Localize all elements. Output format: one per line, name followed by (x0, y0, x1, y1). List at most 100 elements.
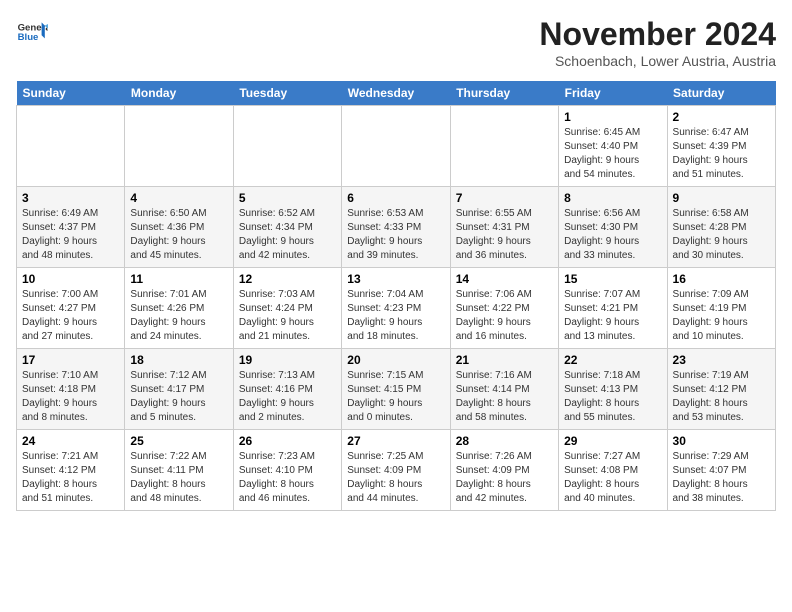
calendar-header-row: SundayMondayTuesdayWednesdayThursdayFrid… (17, 81, 776, 106)
day-cell: 4Sunrise: 6:50 AMSunset: 4:36 PMDaylight… (125, 187, 233, 268)
day-cell: 3 Sunrise: 6:49 AMSunset: 4:37 PMDaylight… (17, 187, 125, 268)
day-number: 3 (22, 191, 119, 205)
logo-icon: General Blue (16, 16, 48, 48)
day-number: 15 (564, 272, 661, 286)
day-info: Sunrise: 7:29 AMSunset: 4:07 PMDaylight:… (673, 450, 770, 506)
day-info: Sunrise: 7:25 AMSunset: 4:09 PMDaylight:… (347, 450, 444, 506)
day-info: Sunrise: 6:55 AMSunset: 4:31 PMDaylight:… (456, 207, 553, 263)
day-number: 19 (239, 353, 336, 367)
day-number: 12 (239, 272, 336, 286)
day-cell: 15 Sunrise: 7:07 AMSunset: 4:21 PMDayligh… (559, 268, 667, 349)
day-number: 7 (456, 191, 553, 205)
day-number: 11 (130, 272, 227, 286)
day-number: 20 (347, 353, 444, 367)
day-cell: 14 Sunrise: 7:06 AMSunset: 4:22 PMDayligh… (450, 268, 558, 349)
day-info: Sunrise: 6:45 AMSunset: 4:40 PMDaylight:… (564, 126, 661, 182)
day-cell: 17 Sunrise: 7:10 AMSunset: 4:18 PMDayligh… (17, 349, 125, 430)
day-number: 16 (673, 272, 770, 286)
day-number: 10 (22, 272, 119, 286)
day-number: 21 (456, 353, 553, 367)
day-number: 17 (22, 353, 119, 367)
day-cell: 13Sunrise: 7:04 AMSunset: 4:23 PMDayligh… (342, 268, 450, 349)
day-info: Sunrise: 6:58 AMSunset: 4:28 PMDaylight:… (673, 207, 770, 263)
day-cell: 21Sunrise: 7:16 AMSunset: 4:14 PMDayligh… (450, 349, 558, 430)
day-cell: 25 Sunrise: 7:22 AMSunset: 4:11 PMDayligh… (125, 430, 233, 511)
day-cell: 8 Sunrise: 6:56 AMSunset: 4:30 PMDaylight… (559, 187, 667, 268)
day-cell: 23 Sunrise: 7:19 AMSunset: 4:12 PMDayligh… (667, 349, 775, 430)
day-cell: 5 Sunrise: 6:52 AMSunset: 4:34 PMDaylight… (233, 187, 341, 268)
day-cell: 30 Sunrise: 7:29 AMSunset: 4:07 PMDayligh… (667, 430, 775, 511)
day-cell: 11 Sunrise: 7:01 AMSunset: 4:26 PMDayligh… (125, 268, 233, 349)
day-info: Sunrise: 7:26 AMSunset: 4:09 PMDaylight:… (456, 450, 553, 506)
day-number: 29 (564, 434, 661, 448)
day-info: Sunrise: 7:22 AMSunset: 4:11 PMDaylight:… (130, 450, 227, 506)
day-info: Sunrise: 6:56 AMSunset: 4:30 PMDaylight:… (564, 207, 661, 263)
day-number: 4 (130, 191, 227, 205)
month-title: November 2024 (539, 16, 776, 53)
day-cell: 9 Sunrise: 6:58 AMSunset: 4:28 PMDaylight… (667, 187, 775, 268)
day-info: Sunrise: 6:52 AMSunset: 4:34 PMDaylight:… (239, 207, 336, 263)
day-number: 6 (347, 191, 444, 205)
day-info: Sunrise: 6:47 AMSunset: 4:39 PMDaylight:… (673, 126, 770, 182)
day-info: Sunrise: 7:18 AMSunset: 4:13 PMDaylight:… (564, 369, 661, 425)
day-info: Sunrise: 7:00 AMSunset: 4:27 PMDaylight:… (22, 288, 119, 344)
day-number: 28 (456, 434, 553, 448)
header: General Blue November 2024 Schoenbach, L… (16, 16, 776, 69)
day-info: Sunrise: 6:53 AMSunset: 4:33 PMDaylight:… (347, 207, 444, 263)
day-cell: 16Sunrise: 7:09 AMSunset: 4:19 PMDayligh… (667, 268, 775, 349)
day-number: 24 (22, 434, 119, 448)
day-cell: 12 Sunrise: 7:03 AMSunset: 4:24 PMDayligh… (233, 268, 341, 349)
day-cell (342, 106, 450, 187)
column-header-friday: Friday (559, 81, 667, 106)
day-cell (17, 106, 125, 187)
day-cell: 10 Sunrise: 7:00 AMSunset: 4:27 PMDayligh… (17, 268, 125, 349)
day-info: Sunrise: 6:49 AMSunset: 4:37 PMDaylight:… (22, 207, 119, 263)
day-cell: 26 Sunrise: 7:23 AMSunset: 4:10 PMDayligh… (233, 430, 341, 511)
day-info: Sunrise: 7:01 AMSunset: 4:26 PMDaylight:… (130, 288, 227, 344)
day-info: Sunrise: 7:03 AMSunset: 4:24 PMDaylight:… (239, 288, 336, 344)
day-info: Sunrise: 7:06 AMSunset: 4:22 PMDaylight:… (456, 288, 553, 344)
day-cell: 19Sunrise: 7:13 AMSunset: 4:16 PMDayligh… (233, 349, 341, 430)
day-number: 30 (673, 434, 770, 448)
day-info: Sunrise: 7:15 AMSunset: 4:15 PMDaylight:… (347, 369, 444, 425)
day-cell: 27 Sunrise: 7:25 AMSunset: 4:09 PMDayligh… (342, 430, 450, 511)
title-area: November 2024 Schoenbach, Lower Austria,… (539, 16, 776, 69)
day-info: Sunrise: 7:21 AMSunset: 4:12 PMDaylight:… (22, 450, 119, 506)
day-info: Sunrise: 7:10 AMSunset: 4:18 PMDaylight:… (22, 369, 119, 425)
week-row-1: 1 Sunrise: 6:45 AMSunset: 4:40 PMDaylight… (17, 106, 776, 187)
column-header-sunday: Sunday (17, 81, 125, 106)
day-number: 22 (564, 353, 661, 367)
day-number: 13 (347, 272, 444, 286)
day-info: Sunrise: 7:23 AMSunset: 4:10 PMDaylight:… (239, 450, 336, 506)
day-number: 9 (673, 191, 770, 205)
location: Schoenbach, Lower Austria, Austria (539, 53, 776, 69)
day-cell: 2 Sunrise: 6:47 AMSunset: 4:39 PMDaylight… (667, 106, 775, 187)
week-row-4: 17 Sunrise: 7:10 AMSunset: 4:18 PMDayligh… (17, 349, 776, 430)
day-number: 27 (347, 434, 444, 448)
day-info: Sunrise: 7:27 AMSunset: 4:08 PMDaylight:… (564, 450, 661, 506)
svg-text:Blue: Blue (18, 32, 39, 43)
day-cell (450, 106, 558, 187)
day-cell (125, 106, 233, 187)
day-cell: 1 Sunrise: 6:45 AMSunset: 4:40 PMDaylight… (559, 106, 667, 187)
day-cell: 29 Sunrise: 7:27 AMSunset: 4:08 PMDayligh… (559, 430, 667, 511)
day-cell: 28 Sunrise: 7:26 AMSunset: 4:09 PMDayligh… (450, 430, 558, 511)
day-number: 25 (130, 434, 227, 448)
week-row-3: 10 Sunrise: 7:00 AMSunset: 4:27 PMDayligh… (17, 268, 776, 349)
column-header-thursday: Thursday (450, 81, 558, 106)
day-info: Sunrise: 7:19 AMSunset: 4:12 PMDaylight:… (673, 369, 770, 425)
day-number: 1 (564, 110, 661, 124)
day-number: 8 (564, 191, 661, 205)
day-cell: 20 Sunrise: 7:15 AMSunset: 4:15 PMDayligh… (342, 349, 450, 430)
day-cell: 22 Sunrise: 7:18 AMSunset: 4:13 PMDayligh… (559, 349, 667, 430)
day-number: 5 (239, 191, 336, 205)
day-number: 23 (673, 353, 770, 367)
column-header-tuesday: Tuesday (233, 81, 341, 106)
day-cell: 6 Sunrise: 6:53 AMSunset: 4:33 PMDaylight… (342, 187, 450, 268)
day-number: 14 (456, 272, 553, 286)
day-number: 2 (673, 110, 770, 124)
week-row-2: 3 Sunrise: 6:49 AMSunset: 4:37 PMDaylight… (17, 187, 776, 268)
day-number: 26 (239, 434, 336, 448)
calendar: SundayMondayTuesdayWednesdayThursdayFrid… (16, 81, 776, 511)
day-info: Sunrise: 7:07 AMSunset: 4:21 PMDaylight:… (564, 288, 661, 344)
